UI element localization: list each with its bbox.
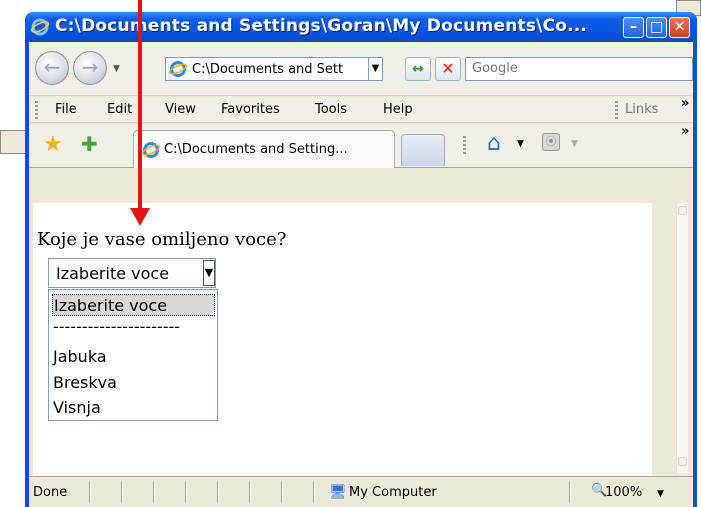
address-text: C:\Documents and Sett (192, 62, 344, 77)
navigation-bar: ← → ▼ C:\Documents and Sett ▼ ↔ ✕ (29, 42, 693, 96)
status-separator (569, 481, 571, 503)
forward-button[interactable]: → (73, 51, 107, 85)
menu-view[interactable]: View (165, 102, 196, 117)
status-separator (121, 481, 123, 503)
status-text: Done (33, 485, 68, 500)
stop-button[interactable]: ✕ (435, 57, 461, 81)
menu-edit[interactable]: Edit (107, 102, 132, 117)
menu-help[interactable]: Help (383, 102, 413, 117)
scroll-up-button[interactable] (678, 206, 687, 215)
address-dropdown-arrow[interactable]: ▼ (368, 58, 382, 80)
back-arrow-icon: ← (43, 55, 61, 79)
status-separator (249, 481, 251, 503)
option-jabuka[interactable]: Jabuka (52, 346, 215, 368)
links-grip[interactable] (615, 101, 618, 119)
ie-logo-icon (31, 18, 49, 36)
option-izaberite[interactable]: Izaberite voce (52, 294, 215, 316)
status-separator (217, 481, 219, 503)
home-dropdown-arrow[interactable]: ▼ (517, 139, 524, 149)
address-bar[interactable]: C:\Documents and Sett ▼ (165, 57, 383, 81)
annotation-arrow-line (138, 0, 142, 210)
computer-icon: 🖥 (329, 484, 347, 500)
option-separator[interactable]: ---------------------- (52, 316, 215, 338)
status-separator (89, 481, 91, 503)
page-icon (142, 142, 160, 158)
toolbar-grip[interactable] (35, 101, 38, 119)
scroll-down-button[interactable] (678, 457, 687, 466)
refresh-icon: ↔ (412, 61, 424, 77)
refresh-button[interactable]: ↔ (405, 57, 431, 81)
menu-favorites[interactable]: Favorites (221, 102, 280, 117)
zoom-level[interactable]: 100% (605, 485, 642, 500)
recent-pages-dropdown[interactable]: ▼ (113, 64, 120, 74)
toolbar-grip[interactable] (463, 136, 466, 154)
page-icon (169, 61, 187, 77)
add-favorite-icon[interactable]: ✚ (81, 132, 98, 156)
status-separator (153, 481, 155, 503)
home-icon[interactable]: ⌂ (487, 131, 501, 156)
feeds-icon[interactable]: ⦿ (542, 133, 560, 151)
security-zone[interactable]: My Computer (349, 485, 437, 500)
toolbar-chevron-icon[interactable]: » (681, 124, 689, 139)
menu-file[interactable]: File (55, 102, 77, 117)
menu-tools[interactable]: Tools (315, 102, 347, 117)
minimize-button[interactable]: – (623, 17, 644, 38)
annotation-arrow-head (130, 208, 150, 226)
back-button[interactable]: ← (35, 51, 69, 85)
zoom-dropdown-arrow[interactable]: ▼ (657, 489, 664, 499)
tab-active[interactable]: C:\Documents and Setting... (133, 130, 395, 168)
vertical-scrollbar[interactable] (676, 203, 688, 473)
chevron-down-icon[interactable]: ▼ (203, 260, 215, 286)
fruit-select[interactable]: Izaberite voce ▼ (48, 258, 216, 288)
forward-arrow-icon: → (81, 55, 99, 79)
feeds-dropdown-arrow[interactable]: ▼ (571, 139, 578, 149)
status-separator (313, 481, 315, 503)
menu-bar: File Edit View Favorites Tools Help Link… (29, 96, 693, 123)
title-bar[interactable]: C:\Documents and Settings\Goran\My Docum… (25, 12, 697, 42)
select-dropdown-list: Izaberite voce ---------------------- Ja… (48, 289, 218, 421)
option-breskva[interactable]: Breskva (52, 372, 215, 394)
search-box[interactable] (465, 57, 693, 81)
status-separator (185, 481, 187, 503)
favorites-star-icon[interactable]: ★ (43, 132, 63, 157)
close-button[interactable]: ✕ (669, 17, 690, 38)
tab-bar: ★ ✚ C:\Documents and Setting... ⌂ ▼ ⦿ ▼ … (29, 124, 693, 168)
select-value: Izaberite voce (56, 264, 170, 283)
maximize-button[interactable]: □ (646, 17, 667, 38)
question-text: Koje je vase omiljeno voce? (37, 229, 287, 250)
new-tab-button[interactable] (401, 134, 445, 166)
menu-chevron-icon[interactable]: » (681, 96, 689, 111)
tab-label: C:\Documents and Setting... (164, 142, 348, 157)
window-title: C:\Documents and Settings\Goran\My Docum… (55, 16, 588, 36)
stop-icon: ✕ (441, 59, 455, 78)
status-separator (281, 481, 283, 503)
search-input[interactable] (472, 61, 672, 76)
links-label[interactable]: Links (625, 102, 658, 117)
status-bar: Done 🖥 My Computer 🔍 100% ▼ (29, 476, 693, 507)
option-visnja[interactable]: Visnja (52, 397, 215, 419)
